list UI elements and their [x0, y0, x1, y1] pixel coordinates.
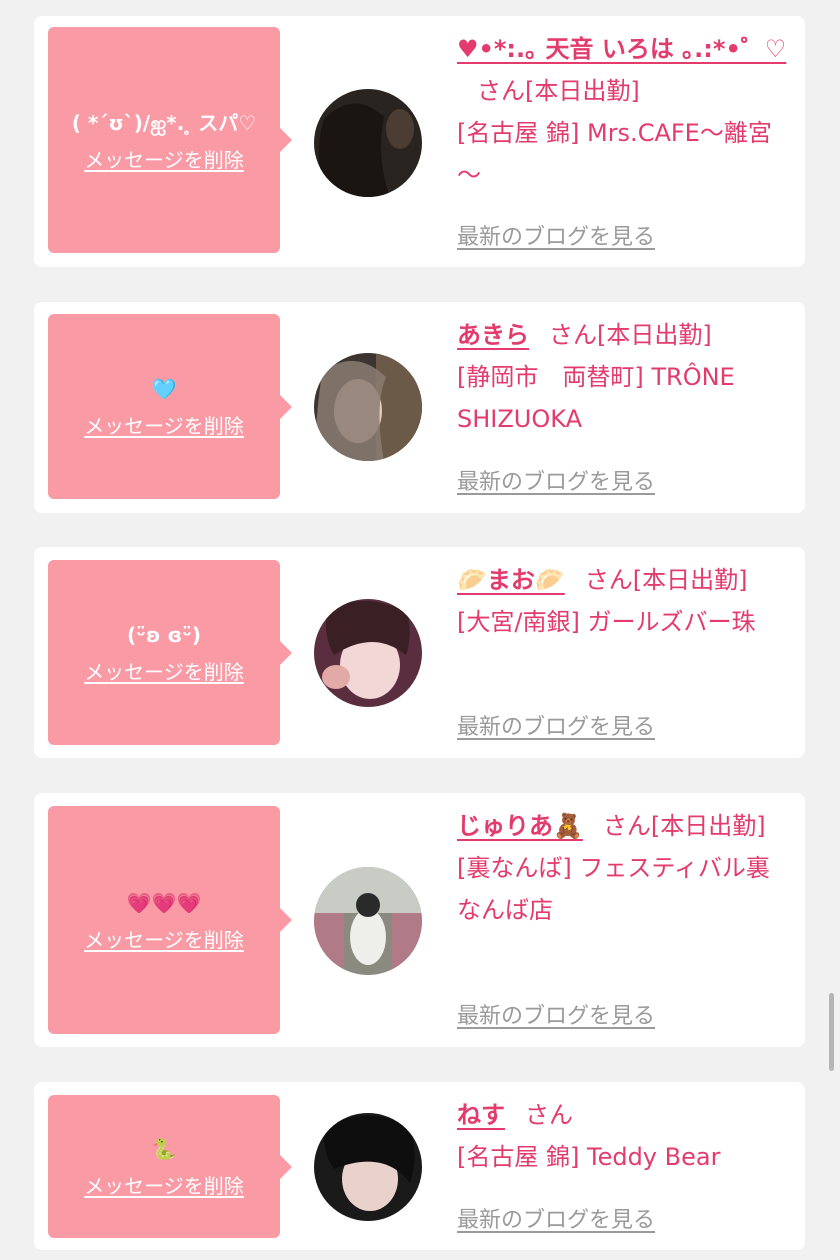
cast-name-link[interactable]: ♥•*:.｡ 天音 いろは ｡.:*•゜♡ — [457, 35, 786, 63]
message-text: (ᵕ̈ʚ ɞᵕ̈) — [126, 623, 201, 647]
status-text: [本日出勤] — [650, 812, 766, 840]
blog-link[interactable]: 最新のブログを見る — [457, 1202, 655, 1234]
message-card: 💗💗💗 メッセージを削除 じゅりあ🧸 さん[本日出勤] [裏なんば] フェスティバ… — [34, 793, 805, 1047]
avatar[interactable] — [314, 353, 422, 461]
avatar[interactable] — [314, 89, 422, 197]
shop-text: [大宮/南銀] ガールズバー珠 — [457, 608, 756, 636]
cast-name-link[interactable]: じゅりあ🧸 — [457, 812, 583, 840]
cast-info: ねす さん [名古屋 錦] Teddy Bear — [457, 1094, 793, 1178]
message-bubble: (ᵕ̈ʚ ɞᵕ̈) メッセージを削除 — [48, 560, 292, 745]
message-card: ( *´ʊ`)/ஐ*. ̥ スパ♡ メッセージを削除 ♥•*:.｡ 天音 いろは… — [34, 16, 805, 267]
delete-message-link[interactable]: メッセージを削除 — [84, 1170, 244, 1199]
cast-info: じゅりあ🧸 さん[本日出勤] [裏なんば] フェスティバル裏なんば店 — [457, 805, 793, 931]
blog-link[interactable]: 最新のブログを見る — [457, 219, 655, 251]
scrollbar[interactable] — [829, 993, 834, 1071]
message-card: 🩵 メッセージを削除 あきら さん[本日出勤] [静岡市 両替町] TRÔNE S… — [34, 302, 805, 513]
avatar[interactable] — [314, 867, 422, 975]
honorific: さん — [525, 1101, 573, 1129]
message-bubble: 🩵 メッセージを削除 — [48, 314, 292, 499]
shop-text: [名古屋 錦] Mrs.CAFE～離宮～ — [457, 119, 772, 189]
honorific: さん — [584, 566, 633, 594]
blog-link[interactable]: 最新のブログを見る — [457, 464, 655, 496]
message-bubble: ( *´ʊ`)/ஐ*. ̥ スパ♡ メッセージを削除 — [48, 27, 292, 253]
shop-text: [裏なんば] フェスティバル裏なんば店 — [457, 854, 770, 924]
message-text: 🩵 — [151, 377, 177, 401]
message-card: 🐍 メッセージを削除 ねす さん [名古屋 錦] Teddy Bear 最新のブロ… — [34, 1082, 805, 1250]
delete-message-link[interactable]: メッセージを削除 — [84, 410, 244, 439]
honorific: さん — [602, 812, 651, 840]
cast-name-link[interactable]: ねす — [457, 1101, 505, 1129]
cast-name-link[interactable]: あきら — [457, 321, 529, 349]
delete-message-link[interactable]: メッセージを削除 — [84, 144, 244, 173]
status-text: [本日出勤] — [525, 77, 640, 105]
message-bubble: 💗💗💗 メッセージを削除 — [48, 806, 292, 1034]
cast-name-link[interactable]: 🥟まお🥟 — [457, 566, 565, 594]
message-text: 🐍 — [151, 1137, 177, 1161]
honorific: さん — [549, 321, 597, 349]
blog-link[interactable]: 最新のブログを見る — [457, 709, 655, 741]
message-text: ( *´ʊ`)/ஐ*. ̥ スパ♡ — [71, 110, 257, 135]
cast-info: 🥟まお🥟 さん[本日出勤] [大宮/南銀] ガールズバー珠 — [457, 559, 793, 643]
delete-message-link[interactable]: メッセージを削除 — [84, 656, 244, 685]
message-card: (ᵕ̈ʚ ɞᵕ̈) メッセージを削除 🥟まお🥟 さん[本日出勤] [大宮/南銀] … — [34, 547, 805, 758]
shop-text: [名古屋 錦] Teddy Bear — [457, 1143, 721, 1171]
delete-message-link[interactable]: メッセージを削除 — [84, 924, 244, 953]
status-text: [本日出勤] — [597, 321, 712, 349]
shop-text: [静岡市 両替町] TRÔNE SHIZUOKA — [457, 363, 735, 433]
avatar[interactable] — [314, 599, 422, 707]
cast-info: あきら さん[本日出勤] [静岡市 両替町] TRÔNE SHIZUOKA — [457, 314, 793, 440]
cast-info: ♥•*:.｡ 天音 いろは ｡.:*•゜♡ さん[本日出勤] [名古屋 錦] Mr… — [457, 28, 793, 196]
honorific: さん — [477, 77, 525, 105]
message-text: 💗💗💗 — [126, 890, 202, 915]
blog-link[interactable]: 最新のブログを見る — [457, 998, 655, 1030]
message-bubble: 🐍 メッセージを削除 — [48, 1095, 292, 1238]
status-text: [本日出勤] — [632, 566, 748, 594]
avatar[interactable] — [314, 1113, 422, 1221]
